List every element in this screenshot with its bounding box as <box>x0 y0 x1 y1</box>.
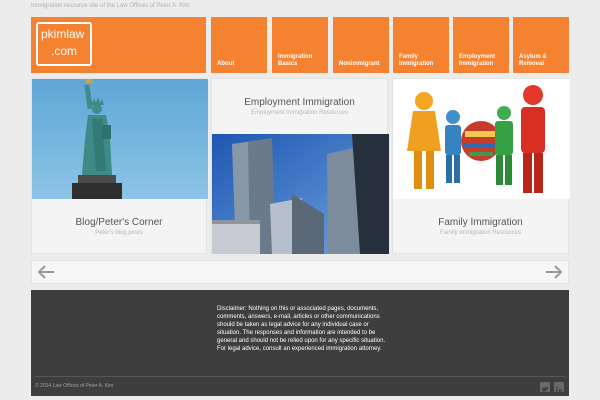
blog-panel[interactable]: Blog/Peter's Corner Peter's blog posts <box>31 78 208 254</box>
linkedin-glyph <box>555 386 562 393</box>
family-panel-title: Family Immigration <box>438 217 523 228</box>
nav-about[interactable]: About <box>211 17 267 73</box>
logo-box: pkimlaw .com <box>36 22 92 66</box>
blog-panel-subtitle: Peter's blog posts <box>95 230 143 236</box>
nav-asylum-removal-label: Asylum & Removal <box>519 54 547 68</box>
nav-employment-immigration-label: Employment Immigration <box>459 54 495 68</box>
family-panel[interactable]: Family Immigration Family Immigration Re… <box>392 78 570 254</box>
nav-nonimmigrant[interactable]: Nonimmigrant <box>333 17 389 73</box>
employment-panel[interactable]: Employment Immigration Employment Immigr… <box>211 78 389 254</box>
nav-asylum-removal-line2: Removal <box>519 61 545 67</box>
left-arrow-icon[interactable] <box>37 265 55 279</box>
nav-nonimmigrant-label: Nonimmigrant <box>339 61 380 68</box>
slider-nav-bar <box>31 260 569 284</box>
linkedin-icon[interactable] <box>554 382 564 393</box>
nav-family-immigration-line2: Immigration <box>399 61 434 67</box>
nav-family-immigration-label: Family Immigration <box>399 54 433 68</box>
nav-employment-immigration-line2: Immigration <box>459 61 494 67</box>
nav-immigration-basics[interactable]: Immigration Basics <box>272 17 328 73</box>
logo-text-line2: .com <box>50 44 77 58</box>
nav-employment-immigration-line1: Employment <box>459 54 496 60</box>
nav-nonimmigrant-line1: Nonimmigrant <box>339 61 380 67</box>
office-buildings-image <box>212 134 389 254</box>
nav-asylum-removal[interactable]: Asylum & Removal <box>513 17 569 73</box>
nav-immigration-basics-line1: Immigration <box>278 54 313 60</box>
disclaimer-text: Disclaimer: Nothing on this or associate… <box>217 306 386 352</box>
nav-about-label: About <box>217 61 234 68</box>
twitter-glyph <box>542 387 549 392</box>
twitter-icon[interactable] <box>540 382 550 392</box>
nav-family-immigration[interactable]: Family Immigration <box>393 17 449 73</box>
site-tagline: Immigration resource site of the Law Off… <box>31 3 190 9</box>
employment-panel-subtitle: Employment Immigration Resources <box>251 110 348 116</box>
nav-immigration-basics-line2: Basics <box>278 61 298 67</box>
family-panel-subtitle: Family Immigration Resources <box>439 230 522 236</box>
nav-about-line1: About <box>217 61 235 67</box>
family-figures-image <box>393 79 570 199</box>
nav-family-immigration-line1: Family <box>399 54 419 60</box>
site-logo[interactable]: pkimlaw .com <box>31 17 206 73</box>
copyright-text: © 2014 Law Offices of Peter A. Kim <box>35 383 114 389</box>
nav-employment-immigration[interactable]: Employment Immigration <box>453 17 509 73</box>
footer-divider <box>35 376 565 377</box>
nav-immigration-basics-label: Immigration Basics <box>278 54 312 68</box>
statue-of-liberty-image <box>32 79 208 199</box>
employment-panel-title: Employment Immigration <box>244 97 355 108</box>
site-footer: Disclaimer: Nothing on this or associate… <box>31 290 569 396</box>
logo-text-line1: pkimlaw <box>41 27 85 41</box>
right-arrow-icon[interactable] <box>545 265 563 279</box>
nav-asylum-removal-line1: Asylum & <box>519 54 547 60</box>
blog-panel-title: Blog/Peter's Corner <box>75 217 163 228</box>
